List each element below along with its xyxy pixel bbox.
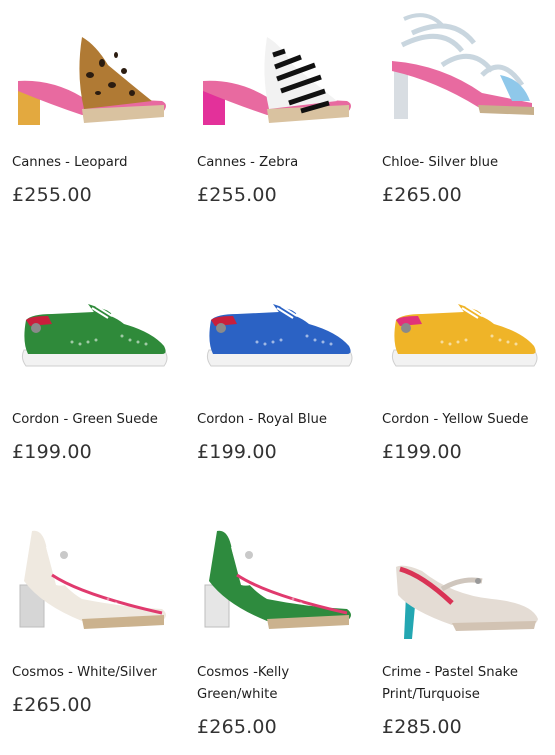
product-image[interactable] [197, 262, 367, 402]
product-name[interactable]: Cordon - Green Suede [12, 409, 172, 431]
product-price: £285.00 [382, 716, 462, 738]
product-name[interactable]: Cordon - Royal Blue [197, 409, 357, 431]
product-image[interactable] [382, 515, 552, 655]
product-card[interactable]: Chloe- Silver blue £265.00 [382, 5, 552, 245]
product-price: £199.00 [12, 441, 92, 463]
product-image[interactable] [382, 5, 552, 145]
product-card[interactable]: Cannes - Leopard £255.00 [12, 5, 182, 245]
product-card[interactable]: Crime - Pastel Snake Print/Turquoise £285… [382, 515, 552, 755]
product-name[interactable]: Cosmos -Kelly Green/white [197, 662, 357, 706]
product-name[interactable]: Chloe- Silver blue [382, 152, 542, 174]
product-image[interactable] [12, 5, 182, 145]
product-price: £199.00 [197, 441, 277, 463]
product-card[interactable]: Cordon - Yellow Suede £199.00 [382, 262, 552, 502]
product-price: £265.00 [12, 694, 92, 716]
product-name[interactable]: Cannes - Zebra [197, 152, 357, 174]
product-card[interactable]: Cosmos - White/Silver £265.00 [12, 515, 182, 755]
product-price: £255.00 [197, 184, 277, 206]
product-grid: Cannes - Leopard £255.00 Cannes - Zebra £2… [0, 0, 555, 748]
product-image[interactable] [12, 262, 182, 402]
product-image[interactable] [197, 5, 367, 145]
product-image[interactable] [197, 515, 367, 655]
product-name[interactable]: Cosmos - White/Silver [12, 662, 172, 684]
product-card[interactable]: Cordon - Green Suede £199.00 [12, 262, 182, 502]
product-card[interactable]: Cordon - Royal Blue £199.00 [197, 262, 367, 502]
product-name[interactable]: Cannes - Leopard [12, 152, 172, 174]
product-name[interactable]: Cordon - Yellow Suede [382, 409, 542, 431]
product-price: £265.00 [197, 716, 277, 738]
product-card[interactable]: Cannes - Zebra £255.00 [197, 5, 367, 245]
product-card[interactable]: Cosmos -Kelly Green/white £265.00 [197, 515, 367, 755]
product-price: £199.00 [382, 441, 462, 463]
product-price: £265.00 [382, 184, 462, 206]
product-price: £255.00 [12, 184, 92, 206]
product-name[interactable]: Crime - Pastel Snake Print/Turquoise [382, 662, 542, 706]
product-image[interactable] [382, 262, 552, 402]
product-image[interactable] [12, 515, 182, 655]
